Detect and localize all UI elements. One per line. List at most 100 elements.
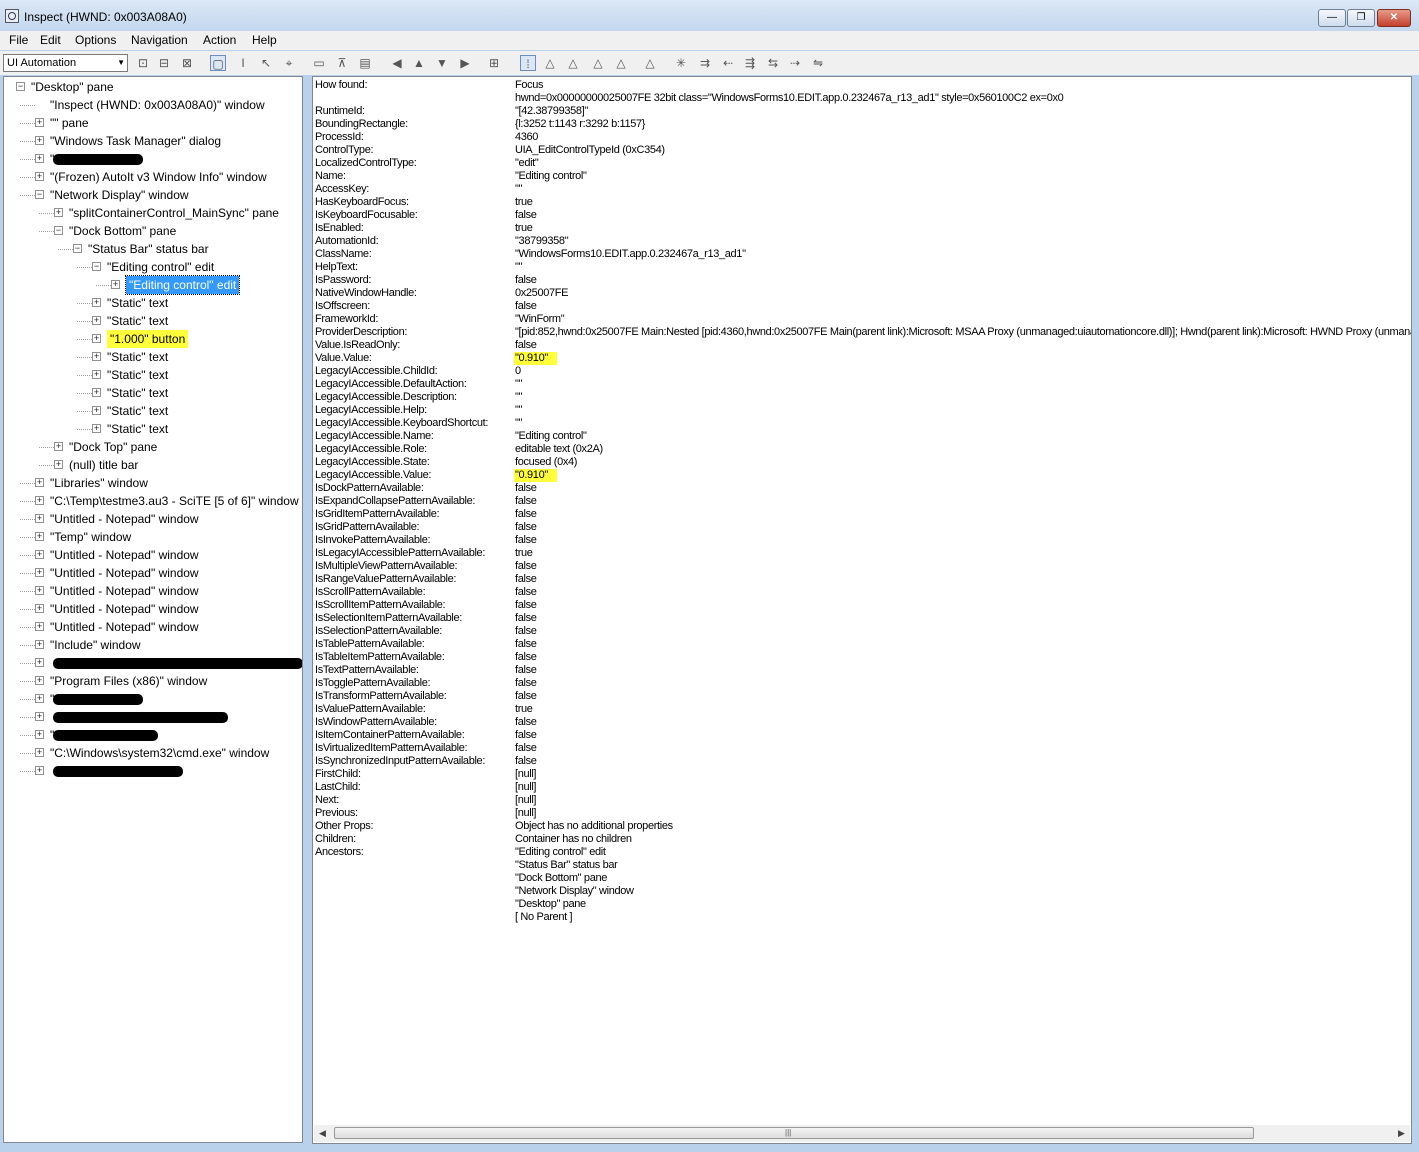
- next-sibling-icon[interactable]: △: [613, 55, 629, 71]
- tree-item[interactable]: + (null) title bar: [4, 456, 302, 474]
- property-row[interactable]: IsPassword: false: [315, 274, 1405, 287]
- properties-pane[interactable]: How found: Focus hwnd=0x00000000025007FE 3…: [312, 76, 1412, 1144]
- property-row[interactable]: FirstChild: [null]: [315, 768, 1405, 781]
- property-row[interactable]: Other Props: Object has no additional pro…: [315, 820, 1405, 833]
- property-row[interactable]: "Network Display" window: [315, 885, 1405, 898]
- property-row[interactable]: Next: [null]: [315, 794, 1405, 807]
- property-row[interactable]: IsLegacyIAccessiblePatternAvailable: true: [315, 547, 1405, 560]
- expand-icon[interactable]: +: [35, 496, 44, 505]
- expand-icon[interactable]: +: [35, 712, 44, 721]
- last-child-icon[interactable]: △: [590, 55, 606, 71]
- tree-item[interactable]: +": [4, 690, 302, 708]
- property-row[interactable]: IsWindowPatternAvailable: false: [315, 716, 1405, 729]
- tree-item[interactable]: + "Untitled - Notepad" window: [4, 564, 302, 582]
- property-row[interactable]: RuntimeId: "[42.38799358]": [315, 105, 1405, 118]
- property-row[interactable]: "Dock Bottom" pane: [315, 872, 1405, 885]
- property-row[interactable]: IsEnabled: true: [315, 222, 1405, 235]
- previous-sibling-icon[interactable]: △: [642, 55, 658, 71]
- down-icon[interactable]: ▶: [457, 55, 473, 71]
- chevron-down-icon[interactable]: ▼: [117, 55, 125, 71]
- expand-icon[interactable]: +: [35, 766, 44, 775]
- refresh-icon[interactable]: ✳: [673, 55, 689, 71]
- property-row[interactable]: How found: Focus: [315, 79, 1405, 92]
- property-row[interactable]: LegacyIAccessible.DefaultAction: "": [315, 378, 1405, 391]
- property-row[interactable]: IsTransformPatternAvailable: false: [315, 690, 1405, 703]
- property-row[interactable]: IsOffscreen: false: [315, 300, 1405, 313]
- watch-tooltip-icon[interactable]: ⊠: [179, 55, 195, 71]
- pointer-icon[interactable]: ⌖: [281, 55, 297, 71]
- provider-mode-select[interactable]: UI Automation ▼: [3, 54, 128, 72]
- property-row[interactable]: IsTablePatternAvailable: false: [315, 638, 1405, 651]
- property-row[interactable]: IsValuePatternAvailable: true: [315, 703, 1405, 716]
- forward-icon[interactable]: ⊞: [486, 55, 502, 71]
- property-row[interactable]: IsScrollItemPatternAvailable: false: [315, 599, 1405, 612]
- action-4-icon[interactable]: ⇆: [765, 55, 781, 71]
- select-mode-icon[interactable]: ↖: [258, 55, 274, 71]
- tree-item[interactable]: + "Program Files (x86)" window: [4, 672, 302, 690]
- property-row[interactable]: IsRangeValuePatternAvailable: false: [315, 573, 1405, 586]
- expand-icon[interactable]: +: [35, 118, 44, 127]
- tree-item[interactable]: − "Dock Bottom" pane: [4, 222, 302, 240]
- tree-item[interactable]: + "Windows Task Manager" dialog: [4, 132, 302, 150]
- property-row[interactable]: Value.IsReadOnly: false: [315, 339, 1405, 352]
- menu-options[interactable]: Options: [75, 33, 116, 47]
- expand-icon[interactable]: +: [35, 478, 44, 487]
- cursor-icon[interactable]: I: [235, 55, 251, 71]
- property-row[interactable]: IsInvokePatternAvailable: false: [315, 534, 1405, 547]
- tree-item[interactable]: +": [4, 150, 302, 168]
- back-icon[interactable]: ▲: [411, 55, 427, 71]
- tree-item[interactable]: + "Static" text: [4, 348, 302, 366]
- expand-icon[interactable]: +: [35, 154, 44, 163]
- property-row[interactable]: LegacyIAccessible.Name: "Editing control": [315, 430, 1405, 443]
- collapse-icon[interactable]: −: [92, 262, 101, 271]
- expand-icon[interactable]: +: [35, 172, 44, 181]
- tree-item[interactable]: + "Static" text: [4, 366, 302, 384]
- property-row[interactable]: "Desktop" pane: [315, 898, 1405, 911]
- maximize-button[interactable]: ❐: [1347, 9, 1375, 27]
- tree-item[interactable]: + "splitContainerControl_MainSync" pane: [4, 204, 302, 222]
- expand-icon[interactable]: +: [92, 352, 101, 361]
- tree-item[interactable]: + "(Frozen) AutoIt v3 Window Info" window: [4, 168, 302, 186]
- scroll-left-icon[interactable]: ◀: [314, 1125, 331, 1142]
- expand-icon[interactable]: +: [35, 622, 44, 631]
- action-1-icon[interactable]: ⇉: [697, 55, 713, 71]
- expand-icon[interactable]: +: [92, 388, 101, 397]
- tree-item[interactable]: + "Temp" window: [4, 528, 302, 546]
- tree-item[interactable]: + "Static" text: [4, 402, 302, 420]
- expand-icon[interactable]: +: [92, 424, 101, 433]
- menu-file[interactable]: File: [9, 33, 28, 47]
- collapse-icon[interactable]: −: [54, 226, 63, 235]
- property-row[interactable]: LegacyIAccessible.ChildId: 0: [315, 365, 1405, 378]
- expand-icon[interactable]: +: [35, 136, 44, 145]
- tree-item[interactable]: +": [4, 726, 302, 744]
- property-row[interactable]: Ancestors: "Editing control" edit: [315, 846, 1405, 859]
- watch-focus-icon[interactable]: ⊡: [135, 55, 151, 71]
- tree-item[interactable]: + "Static" text: [4, 384, 302, 402]
- property-row[interactable]: IsSelectionItemPatternAvailable: false: [315, 612, 1405, 625]
- show-highlight-icon[interactable]: ⊼: [334, 55, 350, 71]
- expand-icon[interactable]: +: [35, 658, 44, 667]
- property-row[interactable]: IsTogglePatternAvailable: false: [315, 677, 1405, 690]
- tree-item[interactable]: + "Static" text: [4, 312, 302, 330]
- expand-icon[interactable]: +: [35, 676, 44, 685]
- property-row[interactable]: IsGridItemPatternAvailable: false: [315, 508, 1405, 521]
- tree-item[interactable]: + "C:\Windows\system32\cmd.exe" window: [4, 744, 302, 762]
- expand-icon[interactable]: +: [35, 568, 44, 577]
- property-row[interactable]: ClassName: "WindowsForms10.EDIT.app.0.232…: [315, 248, 1405, 261]
- property-row[interactable]: FrameworkId: "WinForm": [315, 313, 1405, 326]
- property-row[interactable]: NativeWindowHandle: 0x25007FE: [315, 287, 1405, 300]
- horizontal-scrollbar[interactable]: ◀ ||| ▶: [314, 1125, 1410, 1142]
- expand-icon[interactable]: +: [35, 694, 44, 703]
- property-row[interactable]: BoundingRectangle: {l:3252 t:1143 r:3292 …: [315, 118, 1405, 131]
- scroll-right-icon[interactable]: ▶: [1393, 1125, 1410, 1142]
- property-row[interactable]: LegacyIAccessible.Role: editable text (0x…: [315, 443, 1405, 456]
- property-row[interactable]: LegacyIAccessible.Help: "": [315, 404, 1405, 417]
- property-row[interactable]: IsGridPatternAvailable: false: [315, 521, 1405, 534]
- property-row[interactable]: LegacyIAccessible.Description: "": [315, 391, 1405, 404]
- minimize-button[interactable]: —: [1318, 9, 1346, 27]
- property-row[interactable]: LegacyIAccessible.State: focused (0x4): [315, 456, 1405, 469]
- expand-icon[interactable]: +: [111, 280, 120, 289]
- collapse-icon[interactable]: −: [35, 190, 44, 199]
- property-row[interactable]: IsExpandCollapsePatternAvailable: false: [315, 495, 1405, 508]
- property-row[interactable]: Value.Value: "0.910": [315, 352, 1405, 365]
